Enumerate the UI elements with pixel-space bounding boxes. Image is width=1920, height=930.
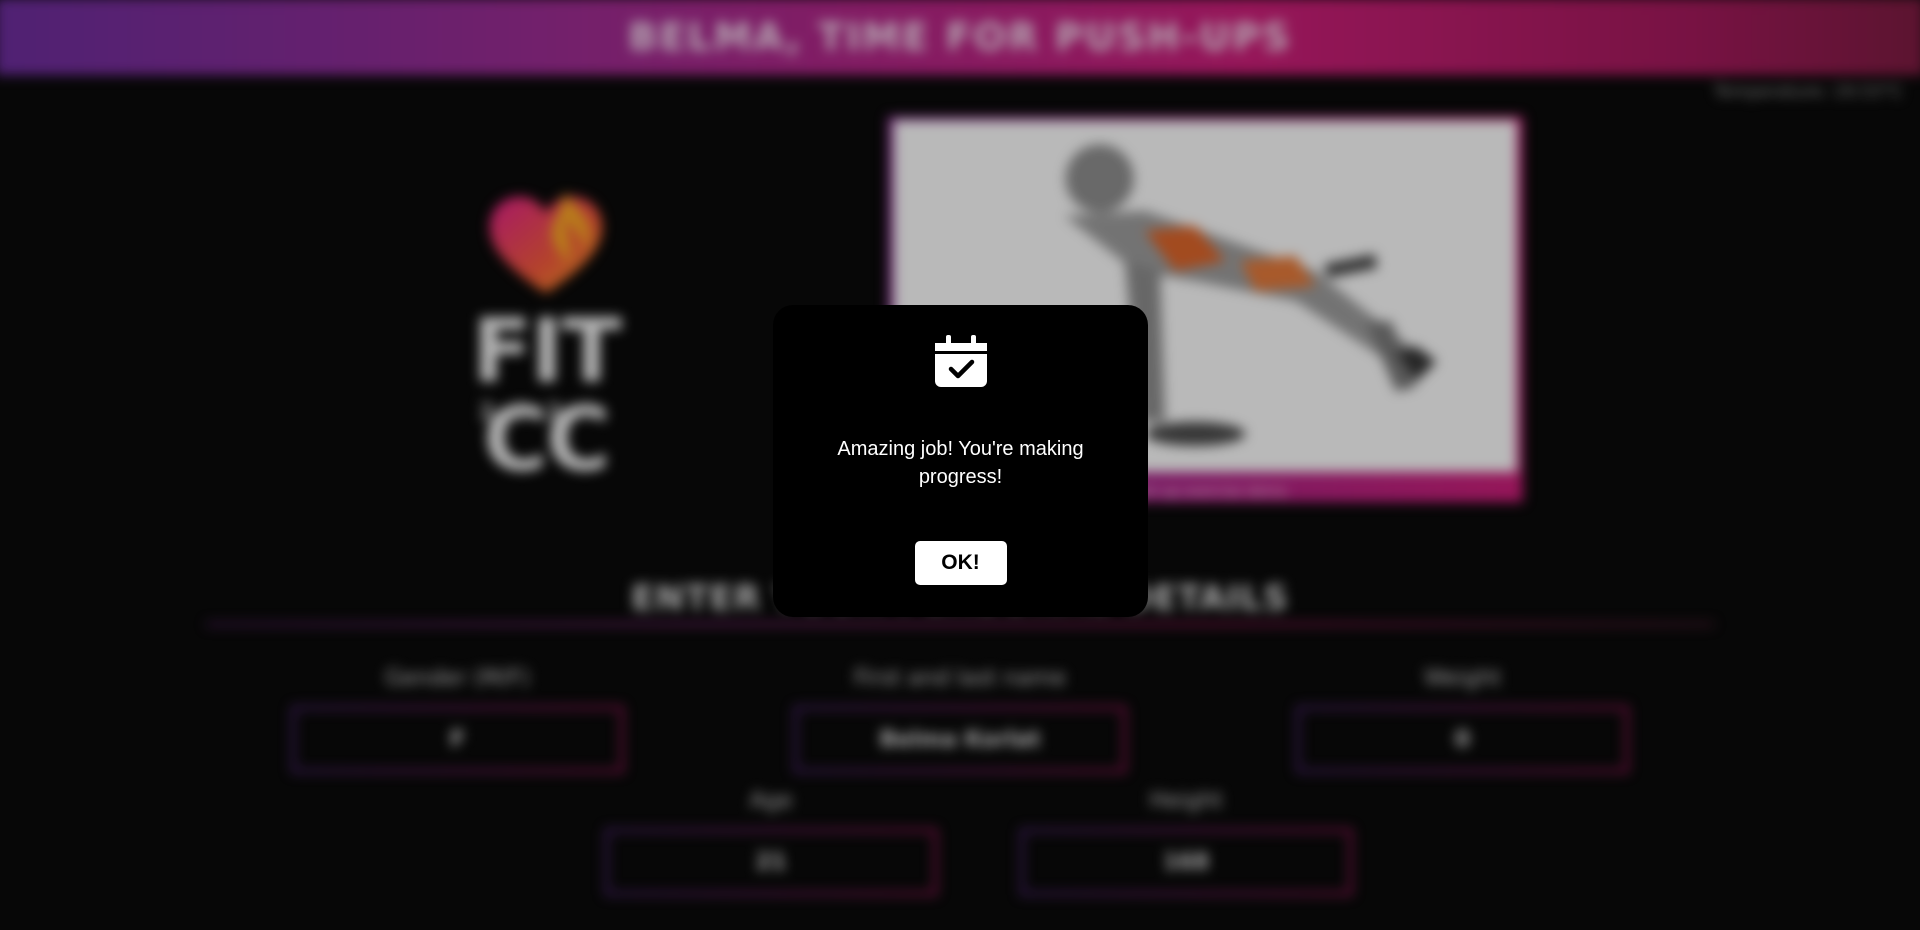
success-dialog: Amazing job! You're making progress! OK! bbox=[773, 305, 1148, 617]
calendar-check-icon bbox=[934, 335, 987, 387]
app-root: BELMA, TIME FOR PUSH-UPS Temperature: 19… bbox=[0, 0, 1920, 930]
dialog-message: Amazing job! You're making progress! bbox=[837, 438, 1084, 488]
ok-button[interactable]: OK! bbox=[914, 541, 1007, 585]
